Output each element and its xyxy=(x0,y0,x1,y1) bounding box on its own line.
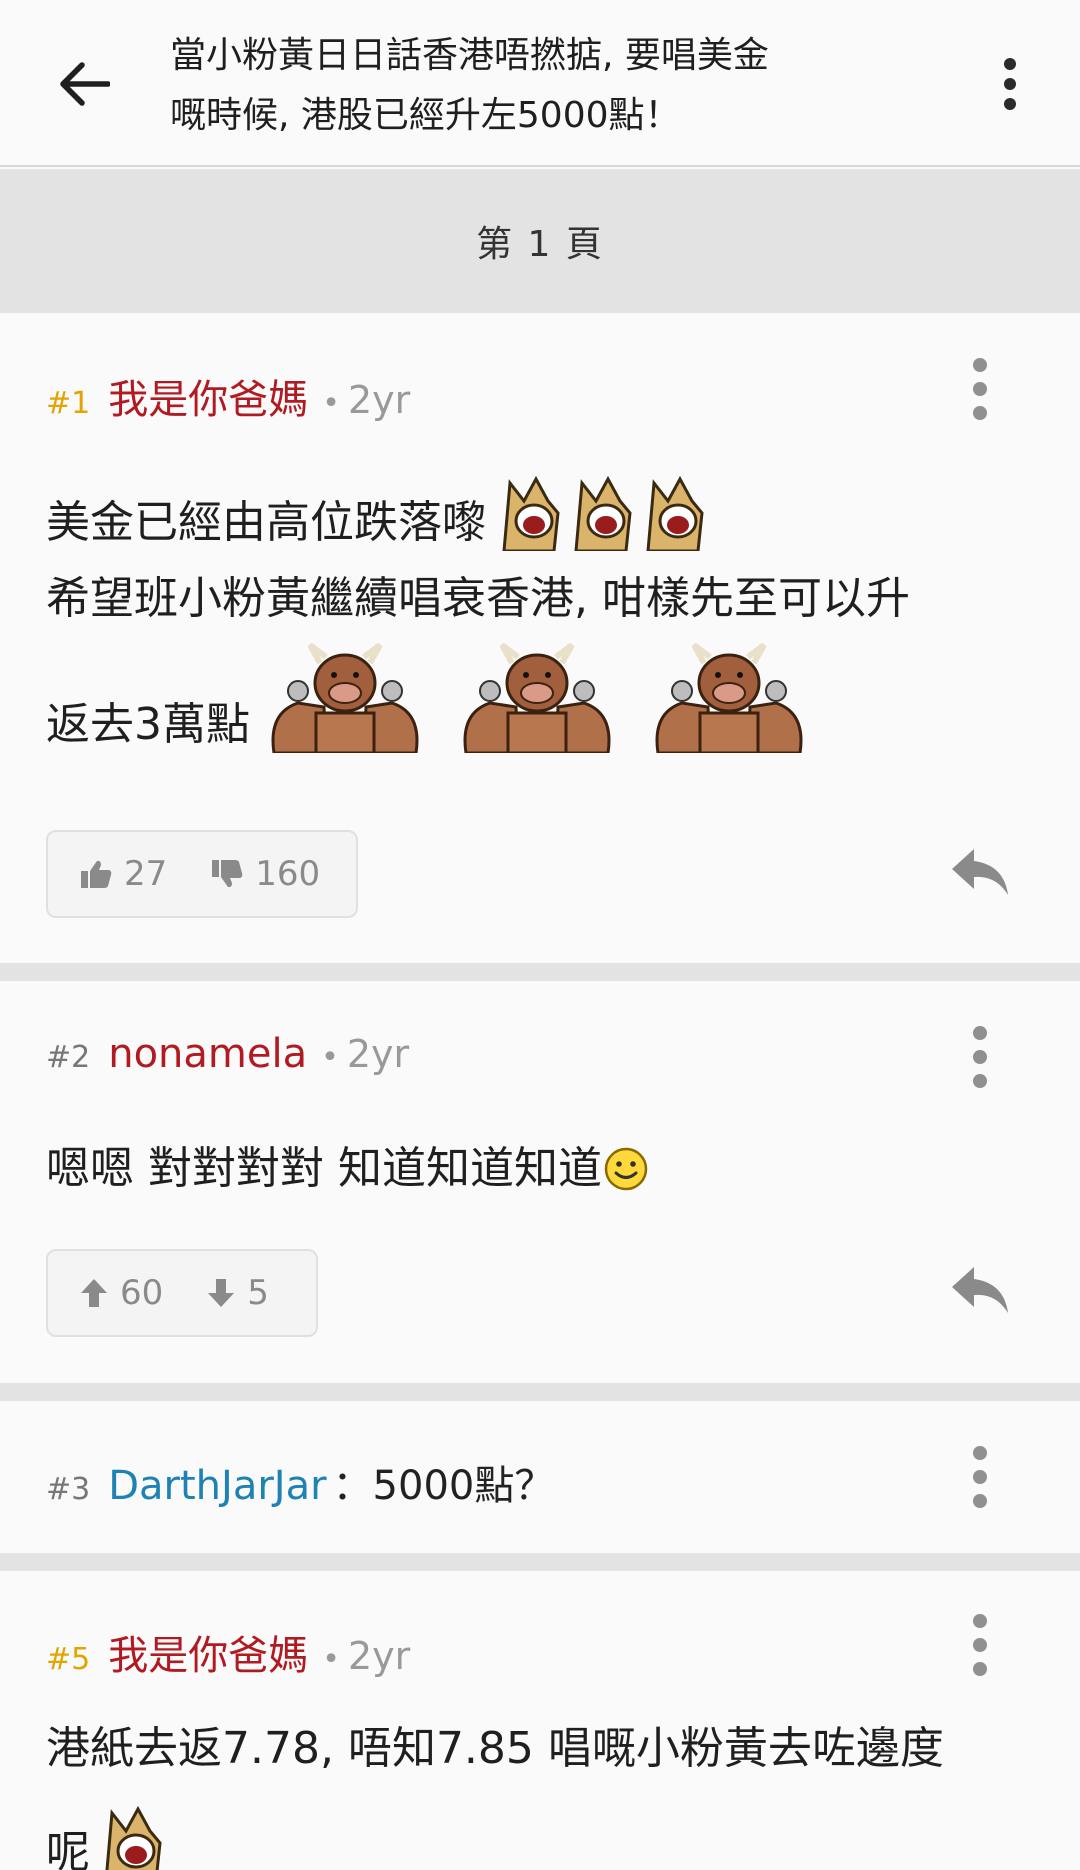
username[interactable]: DarthJarJar xyxy=(108,1463,326,1509)
back-button[interactable] xyxy=(48,48,120,120)
dog-laugh-sticker xyxy=(646,475,704,551)
more-vertical-icon-dot xyxy=(973,1494,987,1508)
bull-flex-sticker xyxy=(655,643,803,753)
post-meta: #3 DarthJarJar ： 5000點？ xyxy=(46,1453,554,1511)
post-time: 2yr xyxy=(347,378,411,422)
sticker-group xyxy=(496,473,706,551)
dog-laugh-sticker xyxy=(105,1805,162,1870)
vote-box: 27 160 xyxy=(46,830,358,918)
dog-laugh-sticker xyxy=(502,475,560,551)
meta-separator: • xyxy=(322,386,340,421)
post-content-line-2: 呢 xyxy=(46,1801,164,1870)
thread-title: 當小粉黃日日話香港唔撚掂, 要唱美金 嘅時候, 港股已經升左5000點！ xyxy=(170,26,870,146)
post-content-line-3: 返去3萬點 xyxy=(46,643,810,753)
username[interactable]: 我是你爸媽 xyxy=(108,1623,308,1681)
post-meta: #2 nonamela • 2yr xyxy=(46,1031,409,1077)
quote-colon: ： xyxy=(332,1463,373,1509)
dislike-count: 160 xyxy=(255,854,321,894)
floor-number: #3 xyxy=(46,1472,91,1507)
arrow-left-icon xyxy=(60,62,110,106)
sticker-group xyxy=(264,643,810,753)
post-options-button[interactable] xyxy=(968,358,992,420)
post-time: 2yr xyxy=(347,1634,411,1678)
thumbs-up-icon xyxy=(81,860,112,888)
more-vertical-icon xyxy=(973,1026,987,1040)
post-5: #5 我是你爸媽 • 2yr 港紙去返7.78, 唔知7.85 唱嘅小粉黃去咗邊… xyxy=(0,1571,1080,1870)
more-vertical-icon xyxy=(973,1614,987,1628)
floor-number: #1 xyxy=(46,386,91,421)
post-options-button[interactable] xyxy=(968,1446,992,1508)
post-meta: #5 我是你爸媽 • 2yr xyxy=(46,1623,410,1681)
more-vertical-icon-dot xyxy=(973,406,987,420)
more-vertical-icon-dot xyxy=(973,1470,987,1484)
page-indicator[interactable]: 第 1 頁 xyxy=(0,169,1080,313)
like-button[interactable]: 27 xyxy=(80,854,167,894)
more-options-button[interactable] xyxy=(990,52,1030,116)
downvote-count: 5 xyxy=(247,1273,269,1313)
username[interactable]: nonamela xyxy=(108,1031,307,1077)
more-vertical-icon-dot xyxy=(1004,78,1016,90)
vote-box: 60 5 xyxy=(46,1249,318,1337)
post-text: 呢 xyxy=(46,1827,90,1870)
post-separator xyxy=(0,1383,1080,1401)
more-vertical-icon-dot xyxy=(973,1638,987,1652)
reply-icon[interactable] xyxy=(948,1263,1012,1319)
thumbs-down-icon xyxy=(212,860,243,888)
quote-text: 5000點？ xyxy=(372,1463,555,1509)
more-vertical-icon-dot xyxy=(973,382,987,396)
post-separator xyxy=(0,1553,1080,1571)
post-1: #1 我是你爸媽 • 2yr 美金已經由高位跌落嚟 希望班小粉黃繼續唱衰香港, … xyxy=(0,313,1080,963)
post-text: 返去3萬點 xyxy=(46,699,250,750)
post-2: #2 nonamela • 2yr 嗯嗯 對對對對 知道知道知道 60 5 xyxy=(0,981,1080,1383)
smiley-face-icon xyxy=(604,1147,648,1191)
app-bar: 當小粉黃日日話香港唔撚掂, 要唱美金 嘅時候, 港股已經升左5000點！ xyxy=(0,0,1080,167)
more-vertical-icon-dot xyxy=(973,1662,987,1676)
post-content-line-2: 希望班小粉黃繼續唱衰香港, 咁樣先至可以升 xyxy=(46,573,910,624)
post-content-line-1: 港紙去返7.78, 唔知7.85 唱嘅小粉黃去咗邊度 xyxy=(46,1723,944,1774)
arrow-up-icon xyxy=(81,1279,107,1307)
more-vertical-icon xyxy=(1004,58,1016,70)
downvote-button[interactable]: 5 xyxy=(207,1273,269,1313)
meta-separator: • xyxy=(322,1642,340,1677)
arrow-down-icon xyxy=(208,1279,235,1307)
upvote-button[interactable]: 60 xyxy=(80,1273,163,1313)
post-content: 嗯嗯 對對對對 知道知道知道 xyxy=(46,1141,648,1197)
post-content-line-1: 美金已經由高位跌落嚟 xyxy=(46,471,706,551)
bull-flex-sticker xyxy=(463,643,611,753)
post-time: 2yr xyxy=(346,1032,410,1076)
like-count: 27 xyxy=(124,854,168,894)
post-text: 嗯嗯 對對對對 知道知道知道 xyxy=(46,1143,602,1194)
more-vertical-icon xyxy=(973,1446,987,1460)
meta-separator: • xyxy=(321,1040,339,1075)
post-3[interactable]: #3 DarthJarJar ： 5000點？ xyxy=(0,1401,1080,1553)
more-vertical-icon-dot xyxy=(973,1074,987,1088)
reply-icon[interactable] xyxy=(948,845,1012,901)
thread-title-line-2: 嘅時候, 港股已經升左5000點！ xyxy=(170,95,681,136)
bull-flex-sticker xyxy=(271,643,419,753)
dislike-button[interactable]: 160 xyxy=(211,854,320,894)
post-meta: #1 我是你爸媽 • 2yr xyxy=(46,367,410,425)
more-vertical-icon-dot xyxy=(973,1050,987,1064)
post-options-button[interactable] xyxy=(968,1026,992,1088)
floor-number: #5 xyxy=(46,1642,91,1677)
floor-number: #2 xyxy=(46,1040,91,1075)
post-separator xyxy=(0,963,1080,981)
dog-laugh-sticker xyxy=(574,475,632,551)
thread-title-line-1: 當小粉黃日日話香港唔撚掂, 要唱美金 xyxy=(170,35,769,76)
post-options-button[interactable] xyxy=(968,1614,992,1676)
username[interactable]: 我是你爸媽 xyxy=(108,367,308,425)
more-vertical-icon-dot xyxy=(1004,98,1016,110)
upvote-count: 60 xyxy=(120,1273,164,1313)
post-text: 美金已經由高位跌落嚟 xyxy=(46,497,486,548)
more-vertical-icon xyxy=(973,358,987,372)
